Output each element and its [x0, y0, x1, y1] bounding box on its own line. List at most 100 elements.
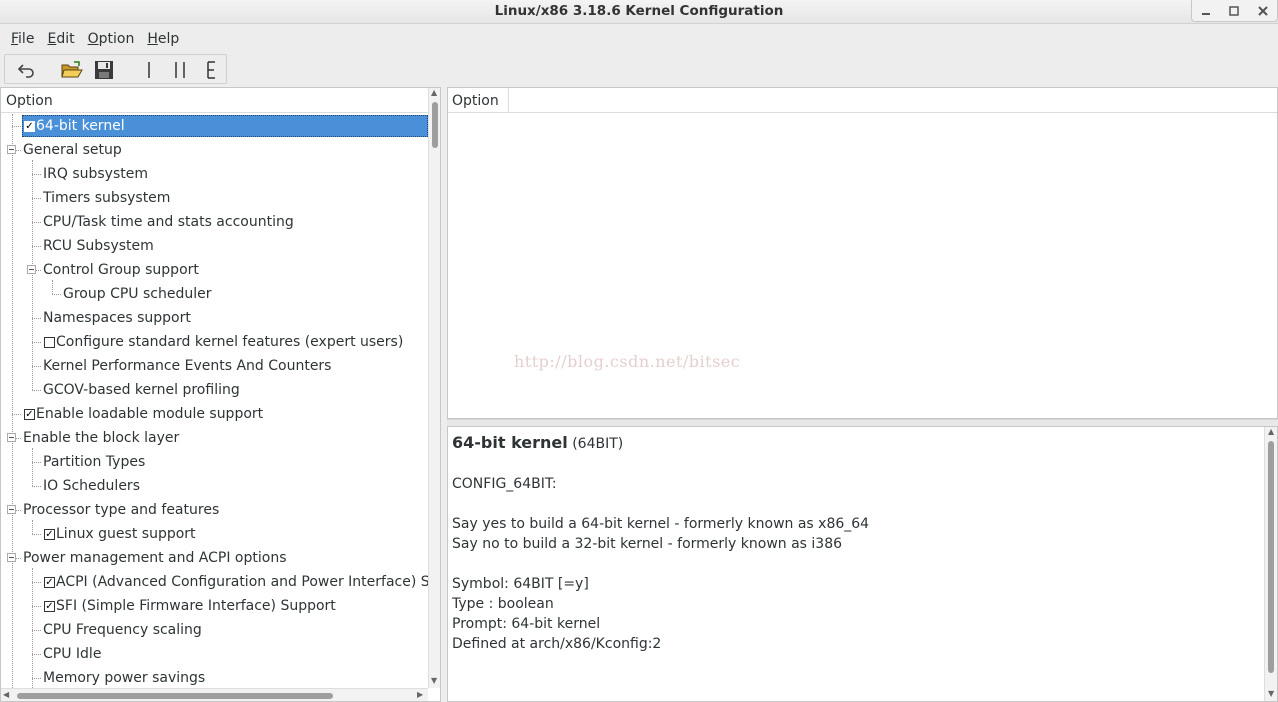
tree-row-label: Power management and ACPI options	[23, 550, 287, 566]
tree-row[interactable]: ✓ ACPI (Advanced Configuration and Power …	[1, 570, 428, 594]
tree-connector	[32, 462, 41, 463]
tree-row[interactable]: ✓ 64-bit kernel	[1, 114, 428, 138]
tree-row[interactable]: Group CPU scheduler	[1, 282, 428, 306]
tree-row[interactable]: ✓ SFI (Simple Firmware Interface) Support	[1, 594, 428, 618]
split-view-icon[interactable]	[167, 57, 193, 83]
pane-splitter[interactable]	[447, 419, 1278, 426]
tree-row-label: Enable the block layer	[23, 430, 180, 446]
collapse-icon[interactable]	[7, 553, 16, 562]
tree-row-label: Timers subsystem	[43, 190, 171, 206]
tree-column-header[interactable]: Option	[1, 88, 428, 113]
tree-connector	[32, 390, 41, 391]
help-vertical-scrollbar[interactable]: ▲ ▼	[1264, 427, 1277, 701]
tree-row-label: Configure standard kernel features (expe…	[56, 334, 404, 350]
tree-row[interactable]: Timers subsystem	[1, 186, 428, 210]
help-line-no: Say no to build a 32-bit kernel - former…	[452, 536, 843, 552]
tree-row-label: Processor type and features	[23, 502, 220, 518]
save-icon[interactable]	[91, 57, 117, 83]
tree-connector	[32, 222, 41, 223]
collapse-icon[interactable]	[7, 433, 16, 442]
option-column-header[interactable]: Option	[448, 88, 509, 113]
checkbox-checked[interactable]: ✓	[44, 529, 55, 540]
tree-row[interactable]: IO Schedulers	[1, 474, 428, 498]
open-folder-icon[interactable]	[59, 57, 85, 83]
collapse-icon[interactable]	[7, 145, 16, 154]
minimize-icon[interactable]	[1192, 0, 1220, 21]
scroll-thumb[interactable]	[17, 693, 333, 699]
menu-option[interactable]: Option	[88, 28, 135, 52]
tree-row-label: GCOV-based kernel profiling	[43, 382, 240, 398]
tree-connector	[32, 678, 41, 679]
help-defined-line: Defined at arch/x86/Kconfig:2	[452, 636, 662, 652]
tree-row[interactable]: Partition Types	[1, 450, 428, 474]
maximize-icon[interactable]	[1220, 0, 1248, 21]
tree-row-label: CPU/Task time and stats accounting	[43, 214, 294, 230]
menu-help[interactable]: Help	[147, 28, 179, 52]
option-tree-panel: Option ✓ 64-bit kernel General setup IRQ su…	[0, 87, 441, 702]
tree-row[interactable]: CPU Idle	[1, 642, 428, 666]
back-icon[interactable]	[14, 57, 40, 83]
tree-connector	[32, 342, 41, 343]
checkbox-checked[interactable]: ✓	[44, 601, 55, 612]
tree-row[interactable]: Kernel Performance Events And Counters	[1, 354, 428, 378]
window-controls	[1191, 0, 1278, 22]
tree-row[interactable]: Processor type and features	[1, 498, 428, 522]
tree-horizontal-scrollbar[interactable]: ◀ ▶	[1, 688, 428, 701]
tree-row[interactable]: ✓ Enable loadable module support	[1, 402, 428, 426]
tree-row[interactable]: CPU Frequency scaling	[1, 618, 428, 642]
tree-row-label: IRQ subsystem	[43, 166, 148, 182]
checkbox-checked[interactable]: ✓	[24, 121, 35, 132]
tree-row[interactable]: General setup	[1, 138, 428, 162]
tree-row[interactable]: Memory power savings	[1, 666, 428, 690]
tree-row-label: Enable loadable module support	[36, 406, 264, 422]
tree-row-label: Namespaces support	[43, 310, 191, 326]
tree-row[interactable]: GCOV-based kernel profiling	[1, 378, 428, 402]
tree-connector	[32, 606, 41, 607]
collapse-icon[interactable]	[27, 265, 36, 274]
tree-connector	[32, 246, 41, 247]
scroll-thumb[interactable]	[1268, 441, 1274, 673]
scroll-down-icon[interactable]: ▼	[1268, 689, 1274, 698]
menu-file[interactable]: File	[11, 28, 34, 52]
tree-row-label: ACPI (Advanced Configuration and Power I…	[56, 574, 428, 590]
tree-vertical-scrollbar[interactable]: ▲ ▼	[428, 88, 440, 688]
title-bar: Linux/x86 3.18.6 Kernel Configuration	[0, 0, 1278, 24]
scroll-right-icon[interactable]: ▶	[417, 690, 423, 699]
help-title: 64-bit kernel	[452, 433, 568, 452]
tree-row[interactable]: Namespaces support	[1, 306, 428, 330]
tree-row-label: Partition Types	[43, 454, 146, 470]
tree-row[interactable]: Configure standard kernel features (expe…	[1, 330, 428, 354]
scroll-up-icon[interactable]: ▲	[1268, 427, 1274, 436]
scroll-thumb[interactable]	[432, 102, 438, 148]
tree-row-label: Memory power savings	[43, 670, 206, 686]
tree-row[interactable]: CPU/Task time and stats accounting	[1, 210, 428, 234]
scroll-down-icon[interactable]: ▼	[431, 676, 437, 685]
tree-connector	[32, 654, 41, 655]
tree-row-label: General setup	[23, 142, 122, 158]
menu-edit[interactable]: Edit	[47, 28, 74, 52]
checkbox-checked[interactable]: ✓	[24, 409, 35, 420]
tree-row[interactable]: Enable the block layer	[1, 426, 428, 450]
window-title: Linux/x86 3.18.6 Kernel Configuration	[494, 3, 784, 19]
help-line-yes: Say yes to build a 64-bit kernel - forme…	[452, 516, 870, 532]
full-view-icon[interactable]	[198, 57, 224, 83]
tree-row[interactable]: Power management and ACPI options	[1, 546, 428, 570]
close-icon[interactable]	[1249, 0, 1277, 21]
tree-row[interactable]: RCU Subsystem	[1, 234, 428, 258]
tree-row[interactable]: Control Group support	[1, 258, 428, 282]
tree-row[interactable]: IRQ subsystem	[1, 162, 428, 186]
tree-connector	[12, 414, 21, 415]
scroll-up-icon[interactable]: ▲	[431, 88, 437, 97]
checkbox-checked[interactable]: ✓	[44, 577, 55, 588]
tree-row-label: Linux guest support	[56, 526, 196, 542]
checkbox-unchecked[interactable]	[44, 337, 55, 348]
collapse-icon[interactable]	[7, 505, 16, 514]
help-symbol: (64BIT)	[572, 436, 624, 452]
tree-row-label: CPU Frequency scaling	[43, 622, 202, 638]
scroll-left-icon[interactable]: ◀	[3, 690, 9, 699]
option-list-header: Option	[448, 88, 1277, 113]
tree-row[interactable]: ✓ Linux guest support	[1, 522, 428, 546]
menu-bar: File Edit Option Help	[0, 28, 181, 52]
single-view-icon[interactable]	[136, 57, 162, 83]
help-type-line: Type : boolean	[452, 596, 554, 612]
